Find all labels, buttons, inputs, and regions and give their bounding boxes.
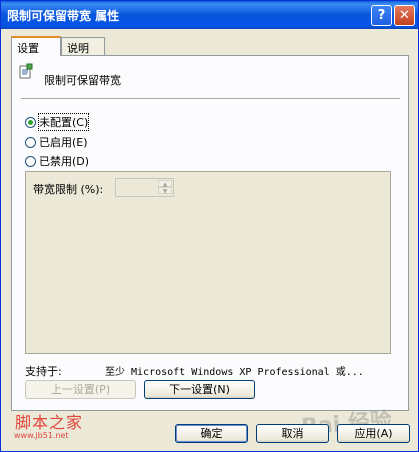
apply-button[interactable]: 应用(A) <box>337 424 410 443</box>
options-group <box>25 171 391 354</box>
tab-settings[interactable]: 设置 <box>11 36 61 56</box>
ok-button[interactable]: 确定 <box>175 424 248 443</box>
policy-setting-icon <box>18 63 34 79</box>
spinner-down-icon[interactable]: ▼ <box>158 187 172 195</box>
next-setting-button[interactable]: 下一设置(N) <box>144 380 255 399</box>
title-bar[interactable]: 限制可保留带宽 属性 ? ✕ <box>1 1 418 29</box>
supported-on-text: 至少 Microsoft Windows XP Professional 或..… <box>105 367 364 378</box>
bandwidth-label: 带宽限制 (%): <box>33 183 104 196</box>
separator <box>21 98 400 100</box>
bandwidth-spinner[interactable]: ▲ ▼ <box>115 178 174 197</box>
radio-icon[interactable] <box>25 136 36 148</box>
radio-label: 未配置(C) <box>37 113 90 131</box>
previous-setting-button[interactable]: 上一设置(P) <box>25 380 136 399</box>
close-button[interactable]: ✕ <box>394 5 415 26</box>
cancel-button[interactable]: 取消 <box>256 424 329 443</box>
supported-on-label: 支持于: <box>25 365 62 378</box>
radio-disabled[interactable]: 已禁用(D) <box>25 153 89 169</box>
radio-enabled[interactable]: 已启用(E) <box>25 134 88 150</box>
radio-label: 已启用(E) <box>39 136 88 149</box>
window-title: 限制可保留带宽 属性 <box>7 9 120 23</box>
spinner-up-icon[interactable]: ▲ <box>158 180 172 188</box>
tab-explain[interactable]: 说明 <box>61 37 105 55</box>
radio-checked-icon[interactable] <box>25 116 36 128</box>
spinner-arrows[interactable]: ▲ ▼ <box>158 180 172 195</box>
policy-name: 限制可保留带宽 <box>44 74 121 87</box>
watermark-site-name: 脚本之家 <box>15 413 84 432</box>
watermark-site-url: www.jb51.net <box>14 431 69 440</box>
radio-label: 已禁用(D) <box>39 155 90 168</box>
properties-dialog: 限制可保留带宽 属性 ? ✕ 设置 说明 限制可保留带宽 未配置(C) 已启用(… <box>0 0 419 452</box>
help-button[interactable]: ? <box>371 5 392 26</box>
radio-not-configured[interactable]: 未配置(C) <box>25 113 90 131</box>
radio-icon[interactable] <box>25 155 36 167</box>
